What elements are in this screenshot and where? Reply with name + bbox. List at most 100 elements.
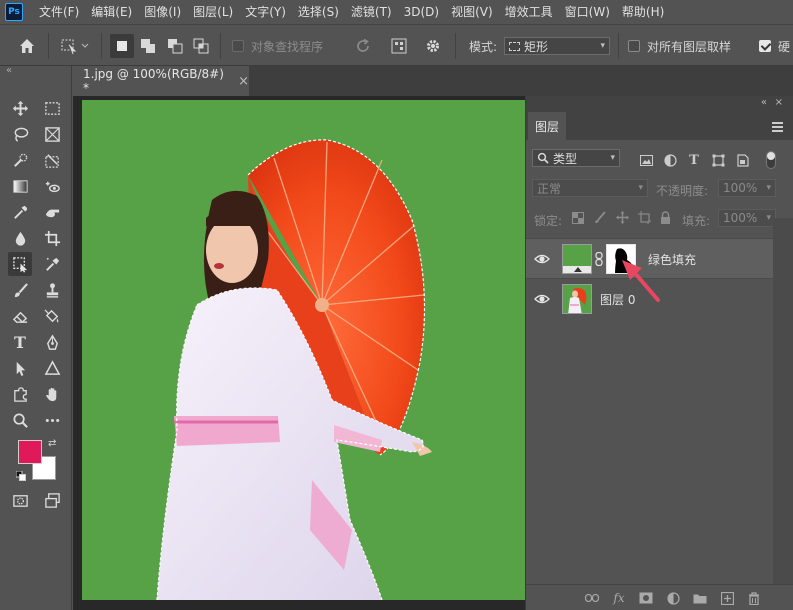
object-finder-checkbox[interactable] [232,40,244,52]
brush-tool-icon[interactable] [8,278,32,302]
pen-tool-icon[interactable] [40,330,64,354]
layer-filter-row: 类型 ▾ T [526,146,793,174]
menu-edit[interactable]: 编辑(E) [85,0,138,24]
lock-image-pixels-icon[interactable] [594,211,607,227]
move-tool-icon[interactable] [8,96,32,120]
lock-all-icon[interactable] [660,211,671,227]
slice-tool-icon[interactable] [40,148,64,172]
add-to-selection-icon[interactable] [140,25,156,67]
sample-all-layers-checkbox[interactable] [628,40,640,52]
menu-plugins[interactable]: 增效工具 [499,0,559,24]
filter-toggle-switch[interactable] [766,151,776,169]
fill-value: 100% [723,211,758,225]
water-drop-blur-icon[interactable] [8,226,32,250]
eyedropper-tool-icon[interactable] [8,200,32,224]
quick-selection-tool-icon[interactable] [8,148,32,172]
layer-style-fx-icon[interactable]: fx [611,590,627,606]
chevron-down-icon: ▾ [600,41,605,51]
new-layer-icon[interactable] [719,590,735,606]
filter-kind-select[interactable]: 类型 ▾ [532,149,620,167]
filter-shape-icon[interactable] [710,152,726,168]
document-tab-title: 1.jpg @ 100%(RGB/8#) * [83,67,224,95]
crop-tool-icon[interactable] [40,226,64,250]
menu-type[interactable]: 文字(Y) [239,0,292,24]
path-selection-tool-icon[interactable] [8,356,32,380]
gradient-tool-icon[interactable] [8,174,32,198]
foreground-color-front[interactable] [18,440,42,464]
link-layers-icon[interactable] [584,590,600,606]
intersect-selection-icon[interactable] [193,25,209,67]
refresh-icon[interactable] [355,25,371,67]
triangle-shape-tool-icon[interactable] [40,356,64,380]
custom-shape-puzzle-icon[interactable] [8,382,32,406]
menu-image[interactable]: 图像(I) [138,0,187,24]
frame-tool-icon[interactable] [40,122,64,146]
object-selection-tool-preset-icon[interactable] [60,25,90,67]
chevron-down-icon: ▾ [638,183,643,193]
object-finder-toggle[interactable]: 对象查找程序 [232,25,323,67]
menu-select[interactable]: 选择(S) [292,0,345,24]
close-panel-icon[interactable]: × [775,97,783,108]
menu-window[interactable]: 窗口(W) [559,0,616,24]
zoom-tool-icon[interactable] [8,408,32,432]
lock-transparent-pixels-icon[interactable] [572,212,584,227]
clone-stamp-tool-icon[interactable] [40,278,64,302]
sample-all-layers-toggle[interactable]: 对所有图层取样 [628,25,731,67]
document-tab[interactable]: 1.jpg @ 100%(RGB/8#) * × [73,66,249,96]
filter-adjustment-icon[interactable] [662,152,678,168]
subtract-from-selection-icon[interactable] [167,25,183,67]
canvas[interactable] [82,100,525,600]
lock-artboard-icon[interactable] [638,211,651,227]
object-selection-tool-icon[interactable] [8,252,32,276]
collapse-panel-icon[interactable]: « [761,97,767,108]
lock-position-icon[interactable] [616,211,629,227]
type-tool-icon[interactable]: T [8,330,32,354]
link-chain-icon[interactable] [595,252,603,266]
blur-smudge-tool-icon[interactable] [40,200,64,224]
settings-gear-icon[interactable] [425,25,441,67]
hand-tool-icon[interactable] [40,382,64,406]
filter-type-icon[interactable]: T [686,152,702,168]
menu-layer[interactable]: 图层(L) [187,0,239,24]
new-selection-icon[interactable] [110,34,134,58]
enhance-edge-toggle[interactable]: 硬 [759,25,790,67]
filter-smart-object-icon[interactable] [734,152,750,168]
add-mask-icon[interactable] [638,590,654,606]
paint-bucket-tool-icon[interactable] [40,304,64,328]
opacity-input[interactable]: 100% ▾ [718,179,776,197]
visibility-eye-icon[interactable] [534,291,550,307]
image-layer-thumbnail[interactable] [562,284,592,314]
menu-help[interactable]: 帮助(H) [616,0,670,24]
new-adjustment-layer-icon[interactable] [665,590,681,606]
layers-scrollbar[interactable] [773,218,793,584]
close-tab-icon[interactable]: × [238,74,249,89]
collapse-arrows-icon[interactable]: « [0,66,71,78]
layers-tab[interactable]: 图层 [528,112,566,140]
quick-mask-icon[interactable] [8,488,32,512]
fill-layer-thumbnail[interactable] [562,244,592,274]
menu-filter[interactable]: 滤镜(T) [345,0,398,24]
menu-3d[interactable]: 3D(D) [398,0,445,24]
menu-file[interactable]: 文件(F) [33,0,85,24]
screen-mode-icon[interactable] [40,488,64,512]
swap-colors-icon[interactable]: ⇄ [48,438,56,449]
color-sampler-icon[interactable] [40,252,64,276]
fill-input[interactable]: 100% ▾ [718,209,776,227]
blend-mode-select[interactable]: 正常 ▾ [532,179,648,197]
eraser-tool-icon[interactable] [8,304,32,328]
default-colors-icon[interactable] [15,470,26,484]
panel-menu-icon[interactable] [772,122,783,132]
more-tools-icon[interactable] [40,408,64,432]
visibility-eye-icon[interactable] [534,251,550,267]
rotate-3d-object-icon[interactable] [40,174,64,198]
new-group-folder-icon[interactable] [692,590,708,606]
menu-view[interactable]: 视图(V) [445,0,499,24]
delete-layer-trash-icon[interactable] [746,590,762,606]
home-icon[interactable] [18,25,36,67]
enhance-edge-checkbox[interactable] [759,40,771,52]
rectangular-marquee-tool-icon[interactable] [40,96,64,120]
show-all-objects-icon[interactable] [391,25,407,67]
mode-select[interactable]: 矩形 ▾ [504,37,610,55]
lasso-tool-icon[interactable] [8,122,32,146]
filter-pixel-icon[interactable] [638,152,654,168]
